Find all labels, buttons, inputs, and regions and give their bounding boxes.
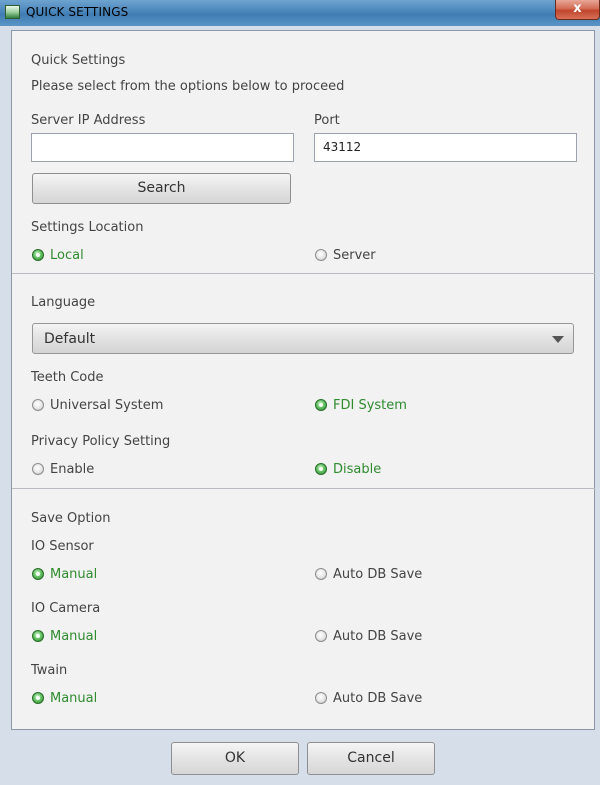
io-sensor-manual-radio[interactable]: [32, 568, 44, 580]
divider: [12, 273, 595, 274]
server-ip-label: Server IP Address: [31, 113, 146, 128]
twain-manual-radio[interactable]: [32, 692, 44, 704]
io-camera-auto-db-radio[interactable]: [315, 630, 327, 642]
divider: [12, 488, 595, 489]
language-selected-value: Default: [44, 331, 96, 347]
io-sensor-label: IO Sensor: [31, 539, 94, 554]
privacy-policy-label: Privacy Policy Setting: [31, 434, 171, 449]
universal-system-label[interactable]: Universal System: [50, 398, 163, 413]
universal-system-radio[interactable]: [32, 399, 44, 411]
privacy-enable-radio[interactable]: [32, 463, 44, 475]
local-radio[interactable]: [32, 249, 44, 261]
app-icon: [5, 5, 20, 19]
title-bar: QUICK SETTINGS x: [0, 0, 600, 26]
port-label: Port: [314, 113, 340, 128]
section-title: Quick Settings: [31, 53, 126, 68]
io-sensor-manual-label[interactable]: Manual: [50, 567, 97, 582]
save-option-label: Save Option: [31, 511, 111, 526]
search-button[interactable]: Search: [32, 173, 291, 204]
io-camera-manual-label[interactable]: Manual: [50, 629, 97, 644]
io-camera-label: IO Camera: [31, 601, 101, 616]
privacy-enable-label[interactable]: Enable: [50, 462, 94, 477]
instructions-text: Please select from the options below to …: [31, 79, 345, 94]
server-label[interactable]: Server: [333, 248, 376, 263]
server-ip-input[interactable]: [31, 133, 294, 162]
dropdown-arrow-icon: [552, 336, 564, 343]
fdi-system-label[interactable]: FDI System: [333, 398, 407, 413]
language-label: Language: [31, 295, 96, 310]
io-camera-manual-radio[interactable]: [32, 630, 44, 642]
close-button[interactable]: x: [555, 0, 600, 20]
fdi-system-radio[interactable]: [315, 399, 327, 411]
port-input[interactable]: 43112: [314, 133, 577, 162]
io-sensor-auto-db-label[interactable]: Auto DB Save: [333, 567, 422, 582]
local-label[interactable]: Local: [50, 248, 84, 263]
teeth-code-label: Teeth Code: [31, 370, 104, 385]
privacy-disable-label[interactable]: Disable: [333, 462, 381, 477]
twain-auto-db-radio[interactable]: [315, 692, 327, 704]
window-title: QUICK SETTINGS: [26, 5, 129, 19]
io-sensor-auto-db-radio[interactable]: [315, 568, 327, 580]
settings-location-label: Settings Location: [31, 220, 144, 235]
twain-label: Twain: [31, 663, 68, 678]
ok-button[interactable]: OK: [171, 742, 299, 775]
twain-manual-label[interactable]: Manual: [50, 691, 97, 706]
cancel-button[interactable]: Cancel: [307, 742, 435, 775]
twain-auto-db-label[interactable]: Auto DB Save: [333, 691, 422, 706]
server-radio[interactable]: [315, 249, 327, 261]
language-dropdown[interactable]: Default: [32, 323, 574, 354]
io-camera-auto-db-label[interactable]: Auto DB Save: [333, 629, 422, 644]
privacy-disable-radio[interactable]: [315, 463, 327, 475]
